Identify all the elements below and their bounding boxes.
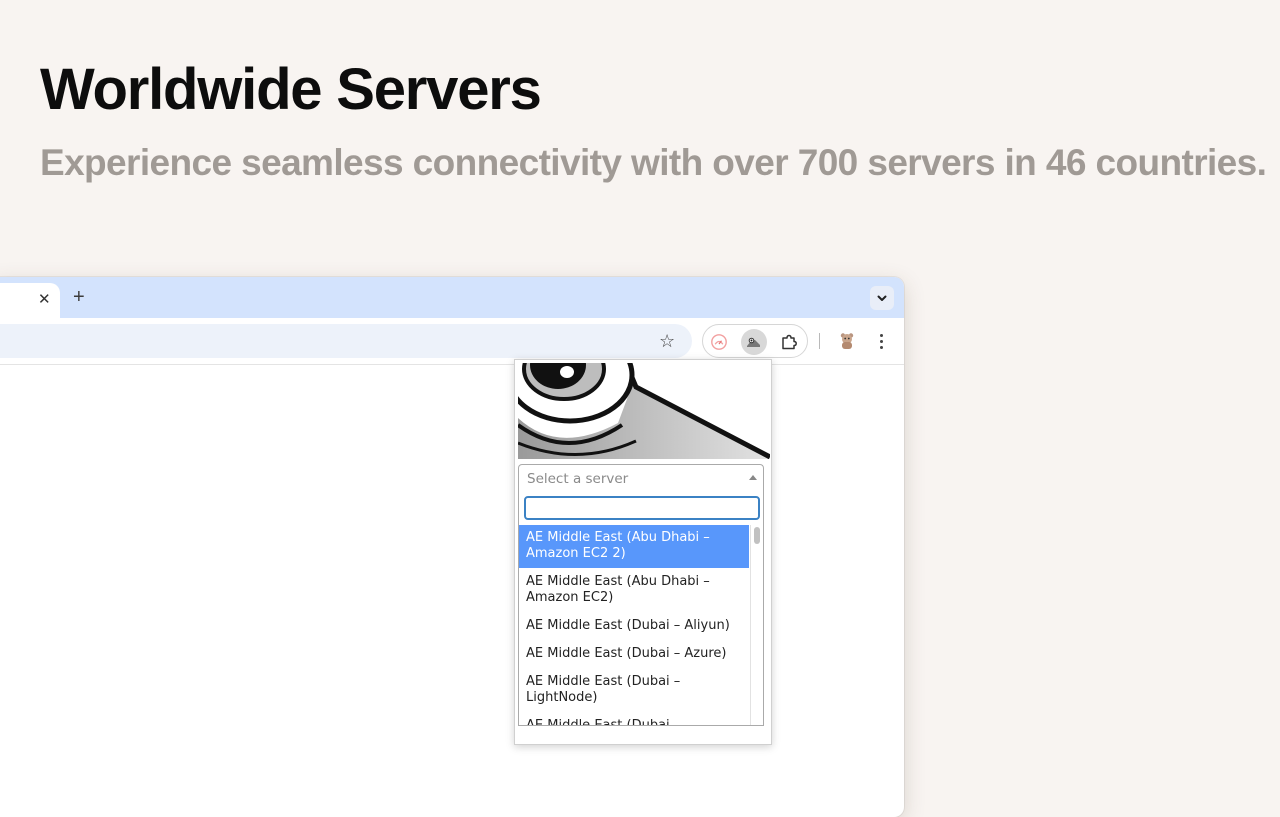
extension-popup: Select a server AE Middle East (Abu Dhab…	[514, 359, 772, 745]
star-icon[interactable]: ☆	[659, 331, 675, 352]
server-search-input[interactable]	[524, 496, 760, 520]
tab-search-button[interactable]	[870, 286, 894, 310]
chevron-down-icon	[877, 295, 887, 301]
speedometer-extension-button[interactable]	[706, 329, 732, 355]
server-select[interactable]: Select a server	[518, 464, 764, 492]
browser-tab[interactable]: ✕	[0, 283, 60, 318]
tab-strip: ✕ +	[0, 277, 904, 318]
server-options-list: AE Middle East (Abu Dhabi – Amazon EC2 2…	[519, 525, 749, 725]
server-option[interactable]: AE Middle East (Dubai – Aliyun)	[519, 612, 749, 640]
server-option[interactable]: AE Middle East (Abu Dhabi – Amazon EC2 2…	[519, 525, 749, 568]
server-dropdown: AE Middle East (Abu Dhabi – Amazon EC2 2…	[518, 491, 764, 726]
toolbar-divider	[819, 333, 820, 349]
server-option[interactable]: AE Middle East (Dubai – Azure)	[519, 640, 749, 668]
server-option[interactable]: AE Middle East (Dubai – LightNode)	[519, 668, 749, 712]
server-extension-button[interactable]	[741, 329, 767, 355]
page-title: Worldwide Servers	[40, 57, 542, 122]
avatar	[840, 333, 854, 349]
caret-up-icon	[749, 475, 757, 480]
browser-toolbar: ☆	[0, 318, 904, 365]
address-bar[interactable]: ☆	[0, 324, 692, 358]
server-option[interactable]: AE Middle East (Dubai –	[519, 712, 749, 725]
more-icon[interactable]	[874, 328, 888, 354]
profile-button[interactable]	[836, 330, 858, 352]
page-subtitle: Experience seamless connectivity with ov…	[40, 142, 1267, 183]
extensions-menu-button[interactable]	[776, 329, 802, 355]
select-placeholder: Select a server	[527, 471, 629, 487]
new-tab-button[interactable]: +	[73, 286, 85, 308]
extensions-group	[702, 324, 808, 358]
scroll-thumb[interactable]	[754, 527, 760, 544]
puzzle-icon	[782, 334, 797, 350]
speedometer-icon	[711, 334, 727, 350]
mascot-extension-icon	[747, 337, 760, 347]
mascot-image	[518, 363, 770, 459]
close-icon[interactable]: ✕	[38, 291, 51, 309]
server-option[interactable]: AE Middle East (Abu Dhabi – Amazon EC2)	[519, 568, 749, 612]
dropdown-scrollbar[interactable]	[750, 525, 763, 725]
